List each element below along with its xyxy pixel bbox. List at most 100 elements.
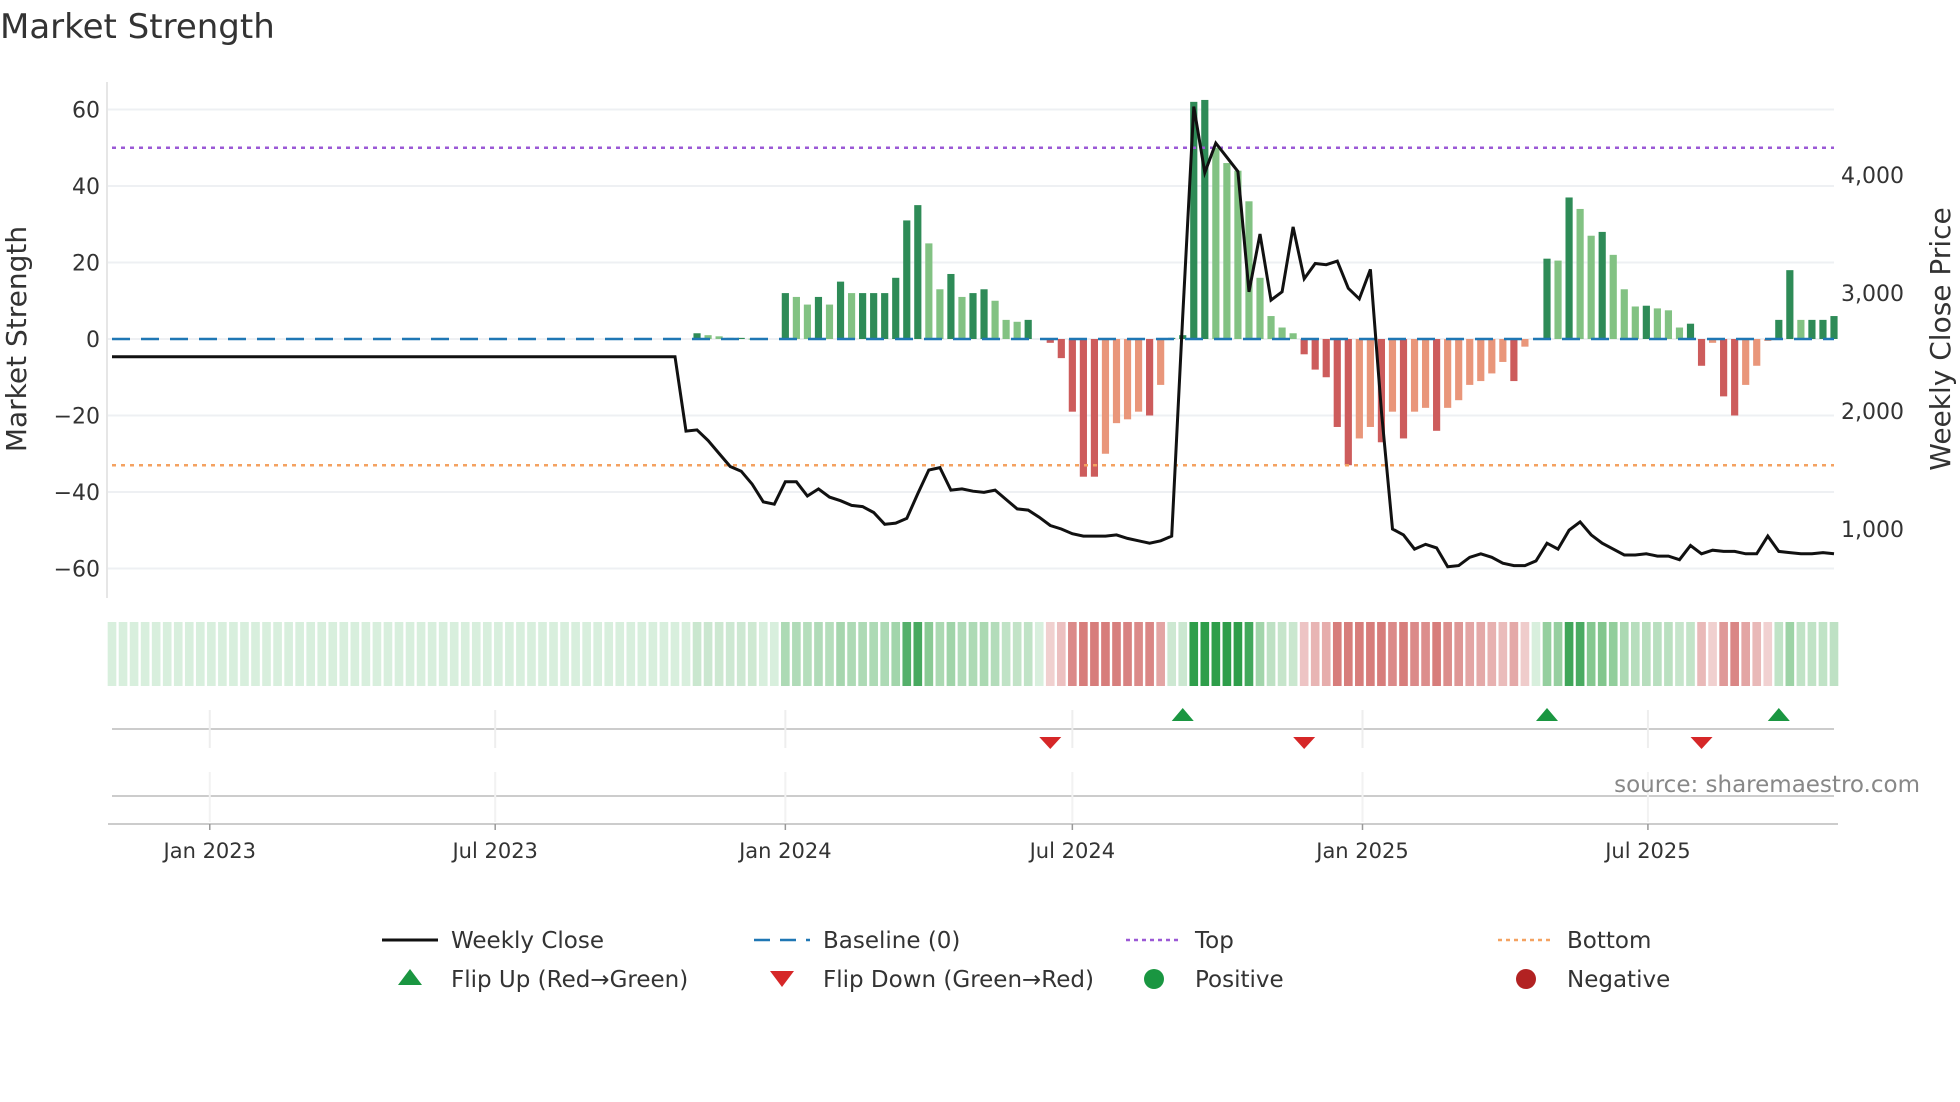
heatmap-cell [1200, 622, 1210, 686]
heatmap-cell [184, 622, 194, 686]
heatmap-cell [957, 622, 967, 686]
heatmap-cell [1454, 622, 1464, 686]
heatmap-cell [1299, 622, 1309, 686]
positive-bar [936, 289, 944, 339]
heatmap-cell [626, 622, 636, 686]
heatmap-cell [1653, 622, 1662, 686]
negative-bar [1157, 339, 1165, 385]
positive-bar [836, 281, 845, 339]
positive-bar [1002, 319, 1010, 339]
heatmap-cell [1343, 622, 1353, 686]
x-tick-label: Jul 2025 [1603, 839, 1690, 863]
heatmap-cell [218, 622, 227, 686]
heatmap-cell [1101, 622, 1110, 686]
heatmap-cell [560, 622, 569, 686]
negative-bar [1433, 339, 1441, 431]
heatmap-cell [471, 622, 481, 686]
legend-label: Negative [1567, 967, 1670, 993]
heatmap-cell [1012, 622, 1022, 686]
negative-bar [1421, 339, 1430, 408]
heatmap-cell [769, 622, 779, 686]
x-tick-label: Jan 2024 [737, 839, 832, 863]
positive-bar [969, 293, 977, 339]
y2-axis-ticks: 4,000 3,000 2,000 1,000 [1841, 164, 1904, 543]
negative-bar [1366, 339, 1374, 427]
positive-bar [803, 304, 812, 339]
positive-bar [925, 243, 933, 339]
negative-bar [1455, 339, 1463, 401]
heatmap-cell [107, 622, 117, 686]
heatmap-cell [1575, 622, 1585, 686]
heatmap-cell [582, 622, 591, 686]
heatmap-cell [306, 622, 316, 686]
heatmap-cell [604, 622, 614, 686]
legend-label: Top [1194, 928, 1234, 954]
heatmap-cell [1752, 622, 1762, 686]
negative-bar [1134, 339, 1143, 412]
heatmap-cell [1145, 622, 1154, 686]
heatmap-cell [1619, 622, 1629, 686]
market-strength-chart: Market Strength 60 40 20 0 −20 −40 −60 4,000 3,… [0, 7, 1957, 993]
heatmap-cell [725, 622, 735, 686]
negative-bar [1146, 339, 1154, 416]
heatmap-cell [1531, 622, 1541, 686]
heatmap-cell [1564, 622, 1574, 686]
positive-bar [1642, 305, 1650, 339]
heatmap-cell [1034, 622, 1044, 686]
flip-down-icon [1293, 737, 1316, 749]
heatmap-cell [1829, 622, 1839, 686]
heatmap-cell [1366, 622, 1375, 686]
negative-bar [1112, 339, 1121, 424]
heatmap-cell [1642, 622, 1651, 686]
heatmap-cell [1686, 622, 1695, 686]
y-axis-ticks: 60 40 20 0 −20 −40 −60 [54, 99, 100, 583]
y-tick-label: 40 [72, 175, 100, 200]
heatmap-cell [1288, 622, 1298, 686]
heatmap-cell [1001, 622, 1011, 686]
negative-bar [1444, 339, 1452, 408]
heatmap-cell [1023, 622, 1033, 686]
negative-bar [1388, 339, 1397, 412]
heatmap-cell [946, 622, 956, 686]
heatmap-cell [1421, 622, 1430, 686]
heatmap-cell [207, 622, 216, 686]
heatmap-cell [1056, 622, 1066, 686]
flip-up-icon [1767, 708, 1790, 721]
heatmap-cell [825, 622, 834, 686]
legend-circle-icon [1516, 969, 1536, 989]
positive-bar [792, 296, 800, 339]
heatmap-cell [284, 622, 293, 686]
positive-bar [1830, 316, 1838, 339]
flip-markers-panel [112, 708, 1834, 822]
source-label: source: sharemaestro.com [1614, 772, 1920, 798]
positive-bar [947, 273, 955, 339]
legend-label: Weekly Close [451, 928, 604, 954]
heatmap-cell [836, 622, 845, 686]
negative-bar [1499, 339, 1507, 362]
heatmap-cell [1796, 622, 1806, 686]
heatmap-cell [1432, 622, 1441, 686]
heatmap-cell [405, 622, 415, 686]
flip-down-icon [1039, 737, 1062, 749]
negative-bar [1322, 339, 1330, 378]
legend-label: Positive [1195, 967, 1284, 993]
negative-bar [1123, 339, 1132, 420]
heatmap-cell [1211, 622, 1221, 686]
positive-bar [881, 293, 889, 339]
heatmap-cell [416, 622, 426, 686]
positive-bar [1631, 306, 1639, 339]
heatmap-cell [1178, 622, 1188, 686]
heatmap-cell [1112, 622, 1121, 686]
y-tick-label: −40 [54, 481, 100, 506]
heatmap-cell [394, 622, 404, 686]
negative-bar [1742, 339, 1750, 385]
heatmap-cell [781, 622, 790, 686]
heatmap-cell [1310, 622, 1320, 686]
negative-bar [1410, 339, 1419, 412]
legend-circle-icon [1144, 969, 1164, 989]
negative-bar [1488, 339, 1496, 374]
heatmap-cell [814, 622, 823, 686]
positive-bar [1543, 258, 1551, 339]
negative-bar [1333, 339, 1341, 427]
heatmap-cell [1090, 622, 1099, 686]
